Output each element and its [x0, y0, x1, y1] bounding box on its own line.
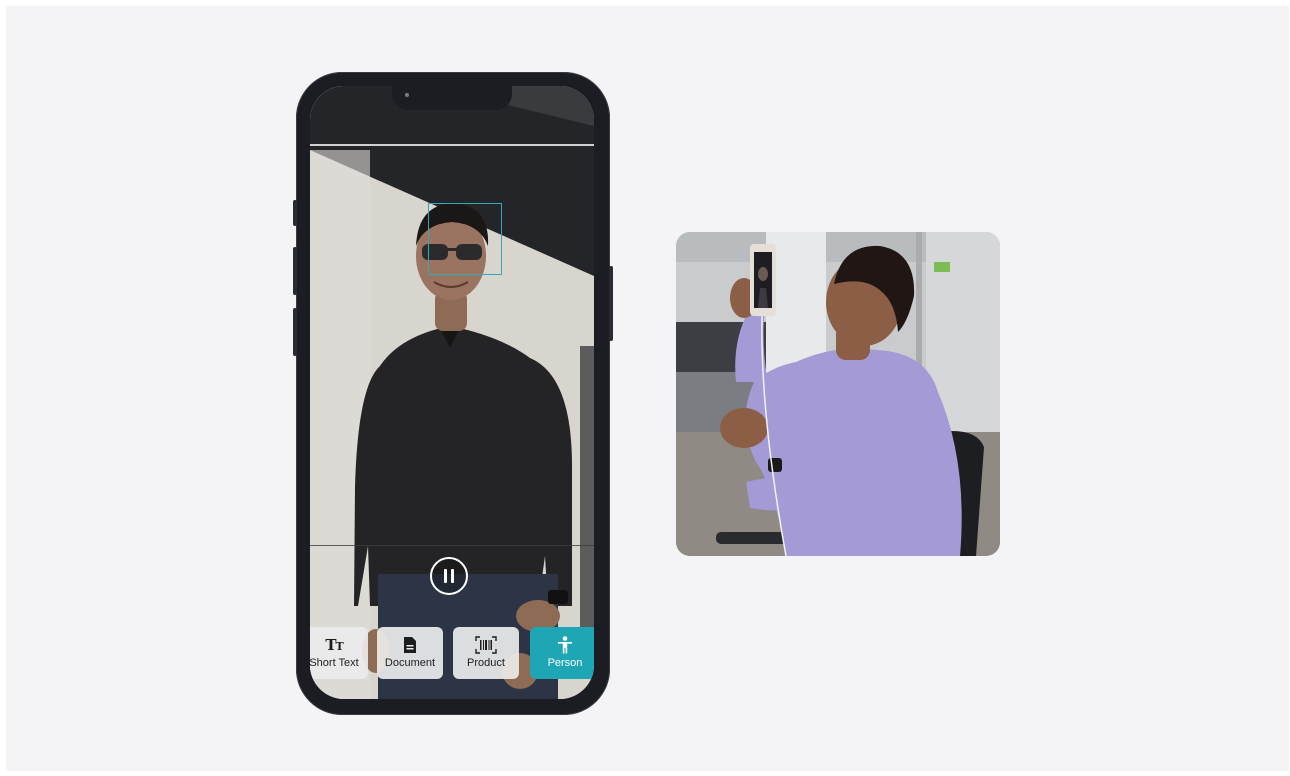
mode-person[interactable]: Person [530, 627, 594, 679]
scan-guide-bottom [310, 545, 594, 546]
camera-feed [310, 86, 594, 699]
photo-illustration [676, 232, 1000, 556]
mode-label: Document [384, 657, 436, 669]
mode-product[interactable]: Product [453, 627, 519, 679]
slide-background [6, 6, 1289, 771]
mode-selector: TT Short Text Document Product Person [310, 625, 594, 681]
volume-up-button [293, 247, 297, 295]
text-size-icon: TT [325, 636, 343, 654]
scan-guide-top [310, 144, 594, 146]
camera-screen: TT Short Text Document Product Person [310, 86, 594, 699]
document-icon [403, 636, 417, 654]
face-detection-box [428, 203, 502, 275]
phone-mockup: TT Short Text Document Product Person [293, 72, 613, 715]
mode-label: Product [467, 657, 505, 669]
front-camera [405, 93, 409, 97]
barcode-icon [475, 636, 497, 654]
power-button [609, 266, 613, 341]
pause-button[interactable] [430, 557, 468, 595]
mode-label: Short Text [310, 657, 359, 669]
volume-down-button [293, 308, 297, 356]
phone-notch [392, 86, 512, 110]
mode-document[interactable]: Document [377, 627, 443, 679]
mute-switch [293, 200, 297, 226]
mode-label: Person [547, 657, 583, 669]
person-icon [557, 636, 573, 654]
person-holding-phone-photo [676, 232, 1000, 556]
mode-short-text[interactable]: TT Short Text [310, 627, 368, 679]
pause-icon [444, 569, 447, 583]
